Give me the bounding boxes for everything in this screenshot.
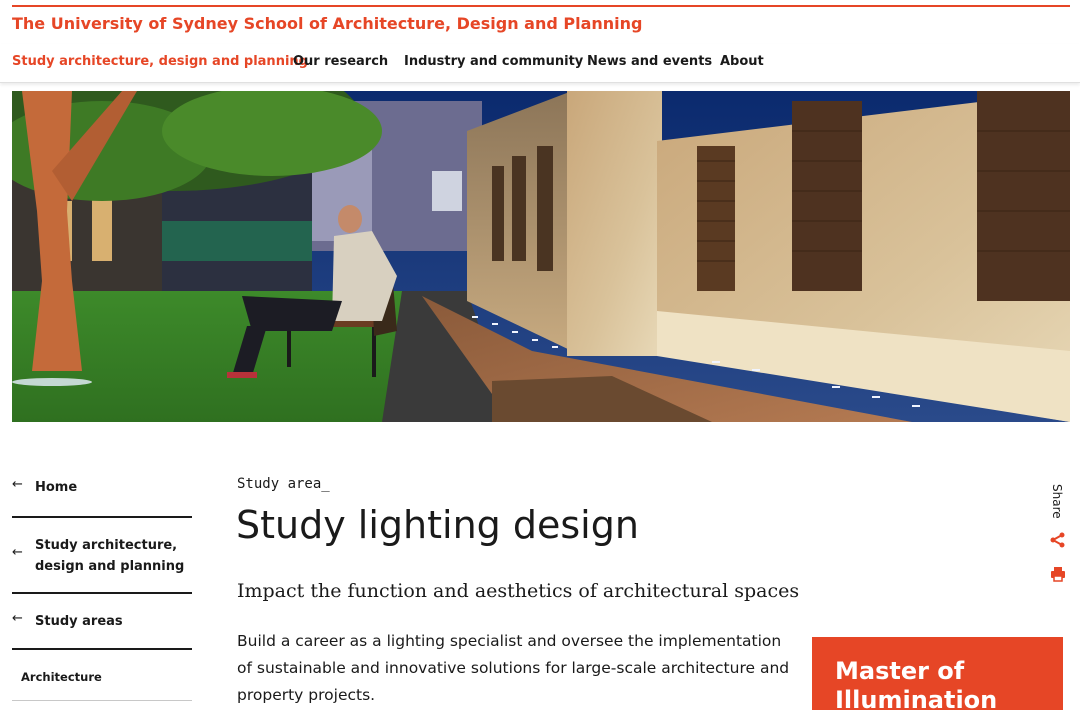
share-label: Share [1050, 484, 1064, 519]
sidebar-item-label: Home [35, 480, 78, 495]
share-icon[interactable] [1050, 532, 1066, 552]
eyebrow-label: Study area_ [237, 476, 330, 492]
sidebar-item-study-areas[interactable]: ← Study areas [12, 594, 192, 650]
sidebar-item-label: Study architecture, design and planning [35, 538, 185, 574]
page-subtitle: Impact the function and aesthetics of ar… [237, 580, 800, 602]
sidebar-item-home[interactable]: ← Home [12, 472, 192, 518]
arrow-left-icon: ← [12, 545, 23, 560]
print-icon[interactable] [1050, 566, 1066, 586]
sidebar-item-label: Study areas [35, 614, 123, 629]
nav-item-news[interactable]: News and events [587, 54, 712, 69]
nav-item-about[interactable]: About [720, 54, 764, 69]
promo-title: Master of Illumination [835, 657, 998, 710]
sidebar-nav: ← Home ← Study architecture, design and … [12, 472, 192, 701]
hero-image [12, 91, 1070, 422]
page-title: Study lighting design [236, 503, 639, 547]
sidebar-item-study[interactable]: ← Study architecture, design and plannin… [12, 518, 192, 594]
promo-card[interactable]: Master of Illumination [812, 637, 1063, 710]
nav-item-industry[interactable]: Industry and community [404, 54, 583, 69]
intro-paragraph: Build a career as a lighting specialist … [237, 632, 790, 704]
header-accent-line [12, 5, 1070, 7]
nav-item-study[interactable]: Study architecture, design and planning [12, 54, 308, 69]
nav-item-research[interactable]: Our research [293, 54, 388, 69]
arrow-left-icon: ← [12, 611, 23, 626]
sidebar-item-architecture[interactable]: Architecture [12, 650, 192, 701]
site-title-link[interactable]: The University of Sydney School of Archi… [12, 14, 642, 33]
main-navigation: Study architecture, design and planning … [0, 44, 1080, 83]
sidebar-item-label: Architecture [21, 670, 102, 684]
arrow-left-icon: ← [12, 477, 23, 492]
